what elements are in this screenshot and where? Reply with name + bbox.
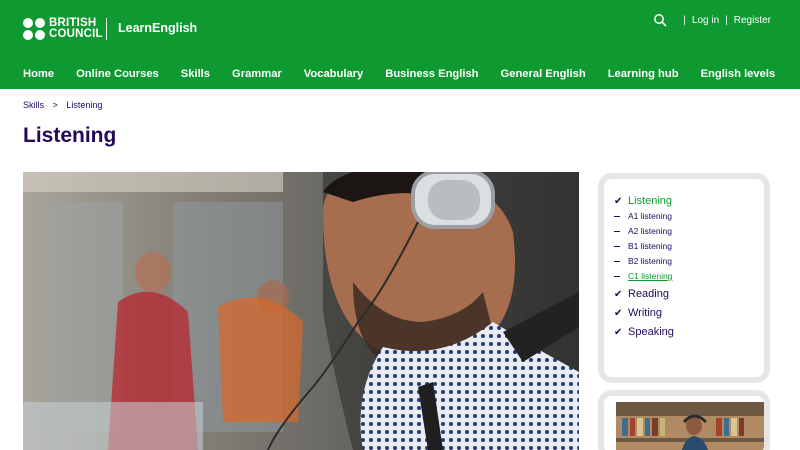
sidebar-item-a2-listening[interactable]: A2 listening <box>614 226 674 236</box>
nav-item-learning-hub[interactable]: Learning hub <box>608 68 679 80</box>
man-with-headphones-photo <box>23 172 579 450</box>
sidebar-item-label: B1 listening <box>628 241 672 251</box>
logo-divider <box>106 18 107 40</box>
sidebar-item-a1-listening[interactable]: A1 listening <box>614 211 674 221</box>
sidebar-item-listening[interactable]: ✔ Listening <box>614 195 674 207</box>
breadcrumb: Skills > Listening <box>23 100 102 110</box>
search-icon[interactable] <box>653 13 667 27</box>
dash-icon <box>614 245 620 247</box>
nav-item-grammar[interactable]: Grammar <box>232 68 282 80</box>
logo-dots-icon <box>23 18 45 40</box>
sidebar-item-reading[interactable]: ✔ Reading <box>614 288 674 300</box>
nav-item-general-english[interactable]: General English <box>501 68 586 80</box>
promo-thumbnail-image <box>616 402 764 450</box>
page-title: Listening <box>23 124 117 147</box>
sidebar-item-b1-listening[interactable]: B1 listening <box>614 241 674 251</box>
sidebar-item-c1-listening[interactable]: C1 listening <box>614 271 674 281</box>
promo-card[interactable] <box>598 390 770 450</box>
dash-icon <box>614 230 620 232</box>
breadcrumb-skills[interactable]: Skills <box>23 100 44 110</box>
checkmark-icon: ✔ <box>614 307 623 319</box>
sidebar-item-b2-listening[interactable]: B2 listening <box>614 256 674 266</box>
breadcrumb-separator: > <box>52 100 58 110</box>
checkmark-icon: ✔ <box>614 195 623 207</box>
dash-icon <box>614 275 620 277</box>
sidebar-item-label: Listening <box>628 195 673 207</box>
nav-item-english-levels[interactable]: English levels <box>701 68 776 80</box>
sidebar-item-label: A1 listening <box>628 211 672 221</box>
site-name[interactable]: LearnEnglish <box>118 21 197 35</box>
logo-line-2: COUNCIL <box>49 28 103 40</box>
nav-item-vocabulary[interactable]: Vocabulary <box>304 68 363 80</box>
dash-icon <box>614 215 620 217</box>
sidebar-item-speaking[interactable]: ✔ Speaking <box>614 326 674 338</box>
nav-item-home[interactable]: Home <box>23 68 54 80</box>
sidebar-item-label: Reading <box>628 288 669 300</box>
sidebar-item-label: Writing <box>628 307 663 319</box>
nav-item-online-courses[interactable]: Online Courses <box>76 68 159 80</box>
utility-links: | Log in | Register <box>653 13 771 27</box>
sidebar-item-label: A2 listening <box>628 226 672 236</box>
sidebar-item-writing[interactable]: ✔ Writing <box>614 307 674 319</box>
hero-image <box>23 172 579 450</box>
util-separator: | <box>725 14 728 26</box>
nav-item-skills[interactable]: Skills <box>181 68 210 80</box>
nav-item-business-english[interactable]: Business English <box>385 68 478 80</box>
sidebar-item-label: B2 listening <box>628 256 672 266</box>
sidebar-item-label: Speaking <box>628 326 674 338</box>
login-link[interactable]: Log in <box>692 15 719 26</box>
checkmark-icon: ✔ <box>614 326 623 338</box>
site-header: BRITISH COUNCIL LearnEnglish | Log in | … <box>0 0 800 89</box>
util-separator: | <box>683 14 686 26</box>
british-council-logo[interactable]: BRITISH COUNCIL <box>23 17 103 40</box>
sidebar-item-label: C1 listening <box>628 271 673 281</box>
sidebar-list: ✔ Listening A1 listening A2 listening B1… <box>614 195 674 338</box>
skills-sidebar-menu: ✔ Listening A1 listening A2 listening B1… <box>598 173 770 383</box>
breadcrumb-current: Listening <box>66 100 103 110</box>
main-nav: Home Online Courses Skills Grammar Vocab… <box>23 68 775 80</box>
dash-icon <box>614 260 620 262</box>
register-link[interactable]: Register <box>734 15 771 26</box>
checkmark-icon: ✔ <box>614 288 623 300</box>
logo-text: BRITISH COUNCIL <box>49 17 103 40</box>
